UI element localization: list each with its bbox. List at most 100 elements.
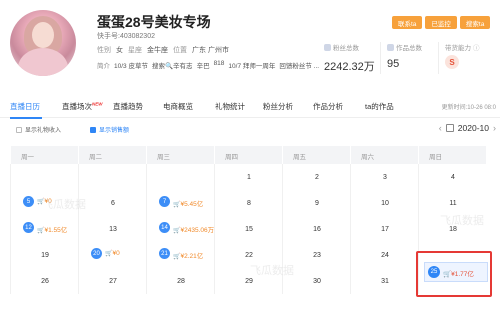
day-number: 13: [109, 226, 117, 233]
checkbox-box: [90, 126, 96, 133]
day-number: 2: [315, 174, 319, 181]
kuaishou-id: 快手号:403082302: [97, 33, 155, 40]
calendar-day-cell[interactable]: 21 🛒¥2.21亿: [146, 242, 214, 268]
calendar-day-cell: 16: [282, 216, 350, 242]
profile-attributes: 性别 女 星座 金牛座 位置 广东 广州市: [97, 45, 229, 55]
checkbox-label: 显示销售额: [99, 128, 130, 134]
tab-ta-works[interactable]: ta的作品: [365, 101, 394, 112]
weekday-label: 周三: [146, 146, 214, 164]
amount-text: ¥0: [112, 250, 120, 257]
calendar-day-cell: 27: [78, 268, 146, 294]
month-navigator: ‹ 2020-10 ›: [439, 123, 496, 133]
search-button[interactable]: 搜索ta: [459, 16, 491, 29]
calendar-day-cell: 19: [10, 242, 78, 268]
day-number: 29: [245, 278, 253, 285]
gender-value: 女: [116, 47, 123, 54]
day-number: 1: [247, 174, 251, 181]
action-buttons: 联系ta 已监控 搜索ta: [392, 16, 491, 29]
highlighted-day-badge: 25: [428, 266, 440, 278]
zodiac-value: 金牛座: [147, 47, 168, 54]
sales-amount: 🛒¥2.21亿: [173, 250, 203, 260]
filter-row: 显示礼物收入 显示销售额 ‹ 2020-10 ›: [0, 120, 500, 136]
fans-icon: [324, 43, 331, 51]
tab-live-sessions[interactable]: 直播场次NEW: [62, 101, 103, 112]
day-number: 10: [381, 200, 389, 207]
sales-grade-badge: S: [445, 55, 459, 69]
calendar-day-cell: 8: [214, 190, 282, 216]
avatar[interactable]: [10, 10, 76, 76]
day-number: 11: [449, 200, 457, 207]
tab-gift-stats[interactable]: 礼物统计: [215, 101, 245, 112]
tab-live-calendar[interactable]: 直播日历: [10, 101, 40, 112]
tab-works-analysis[interactable]: 作品分析: [313, 101, 343, 112]
live-calendar: 周一 周二 周三 周四 周五 周六 周日 1 2 3 4 5 🛒¥0 6 7 🛒¥5.45亿 8 9…: [10, 146, 486, 294]
zodiac-label: 星座: [128, 47, 142, 54]
weekday-label: 周一: [10, 146, 78, 164]
day-number: 9: [315, 200, 319, 207]
calendar-day-cell[interactable]: 20 🛒¥0: [78, 242, 146, 268]
calendar-day-cell: 24: [350, 242, 418, 268]
info-icon[interactable]: ⓘ: [473, 42, 480, 52]
calendar-day-cell: 13: [78, 216, 146, 242]
amount-text: ¥5.45亿: [180, 201, 204, 208]
sales-amount: 🛒¥2435.06万: [173, 224, 214, 234]
cart-icon: 🛒: [443, 271, 452, 278]
calendar-day-cell: 10: [350, 190, 418, 216]
day-number: 30: [313, 278, 321, 285]
day-number: 16: [313, 226, 321, 233]
sales-amount: 🛒¥0: [105, 250, 120, 257]
watermark: 飞瓜数据: [42, 199, 86, 211]
day-number: 22: [245, 252, 253, 259]
tab-ecommerce-overview[interactable]: 电商概览: [163, 101, 193, 112]
calendar-day-cell[interactable]: 7 🛒¥5.45亿: [146, 190, 214, 216]
calendar-day-cell: 1: [214, 164, 282, 190]
intro-label: 简介: [97, 63, 110, 70]
prev-month-icon[interactable]: ‹: [439, 123, 442, 133]
streamer-name: 蛋蛋28号美妆专场: [97, 14, 211, 30]
live-day-badge[interactable]: 20: [91, 248, 102, 259]
live-day-badge[interactable]: 5: [23, 196, 34, 207]
profile-intro: 简介 10/3 皮草节 搜索🔍辛有志 辛巴 818 10/7 拜师一周年 回馈粉…: [97, 60, 319, 70]
watermark: 飞瓜数据: [250, 265, 294, 277]
amount-text: ¥2.21亿: [180, 253, 204, 260]
live-day-badge[interactable]: 21: [159, 248, 170, 259]
day-number: 4: [451, 174, 455, 181]
current-month[interactable]: 2020-10: [458, 123, 489, 133]
live-day-badge[interactable]: 14: [159, 222, 170, 233]
tab-fans-analysis[interactable]: 粉丝分析: [263, 101, 293, 112]
watermark: 飞瓜数据: [440, 215, 484, 227]
weekday-header: 周一 周二 周三 周四 周五 周六 周日: [10, 146, 486, 164]
intro-item: 搜索🔍辛有志: [151, 63, 193, 70]
day-number: 27: [109, 278, 117, 285]
calendar-day-cell[interactable]: 14 🛒¥2435.06万: [146, 216, 214, 242]
day-number: 24: [381, 252, 389, 259]
calendar-day-cell: [78, 164, 146, 190]
intro-item: 10/7 拜师一周年: [228, 63, 276, 70]
calendar-day-cell: 9: [282, 190, 350, 216]
day-number: 8: [247, 200, 251, 207]
live-day-badge[interactable]: 12: [23, 222, 34, 233]
stat-label: 粉丝总数: [333, 45, 359, 52]
calendar-day-cell: 2: [282, 164, 350, 190]
next-month-icon[interactable]: ›: [493, 123, 496, 133]
day-number: 17: [381, 226, 389, 233]
calendar-day-cell: [10, 164, 78, 190]
sales-checkbox[interactable]: 显示销售额: [90, 125, 129, 134]
calendar-day-cell: 6: [78, 190, 146, 216]
calendar-day-cell[interactable]: 12 🛒¥1.55亿: [10, 216, 78, 242]
active-tab-indicator: [10, 117, 42, 119]
day-number: 31: [381, 278, 389, 285]
live-day-badge[interactable]: 7: [159, 196, 170, 207]
checkbox-label: 显示礼物收入: [25, 128, 62, 134]
tab-live-trend[interactable]: 直播趋势: [113, 101, 143, 112]
day-number: 3: [383, 174, 387, 181]
avatar-face: [32, 22, 54, 48]
gift-income-checkbox[interactable]: 显示礼物收入: [16, 125, 61, 134]
calendar-day-cell: 28: [146, 268, 214, 294]
monitored-button[interactable]: 已监控: [425, 16, 457, 29]
calendar-icon[interactable]: [445, 124, 454, 132]
contact-button[interactable]: 联系ta: [392, 16, 423, 29]
intro-item: 818: [213, 60, 225, 67]
tab-label: 直播场次: [62, 102, 92, 111]
sales-amount: 🛒¥5.45亿: [173, 198, 203, 208]
